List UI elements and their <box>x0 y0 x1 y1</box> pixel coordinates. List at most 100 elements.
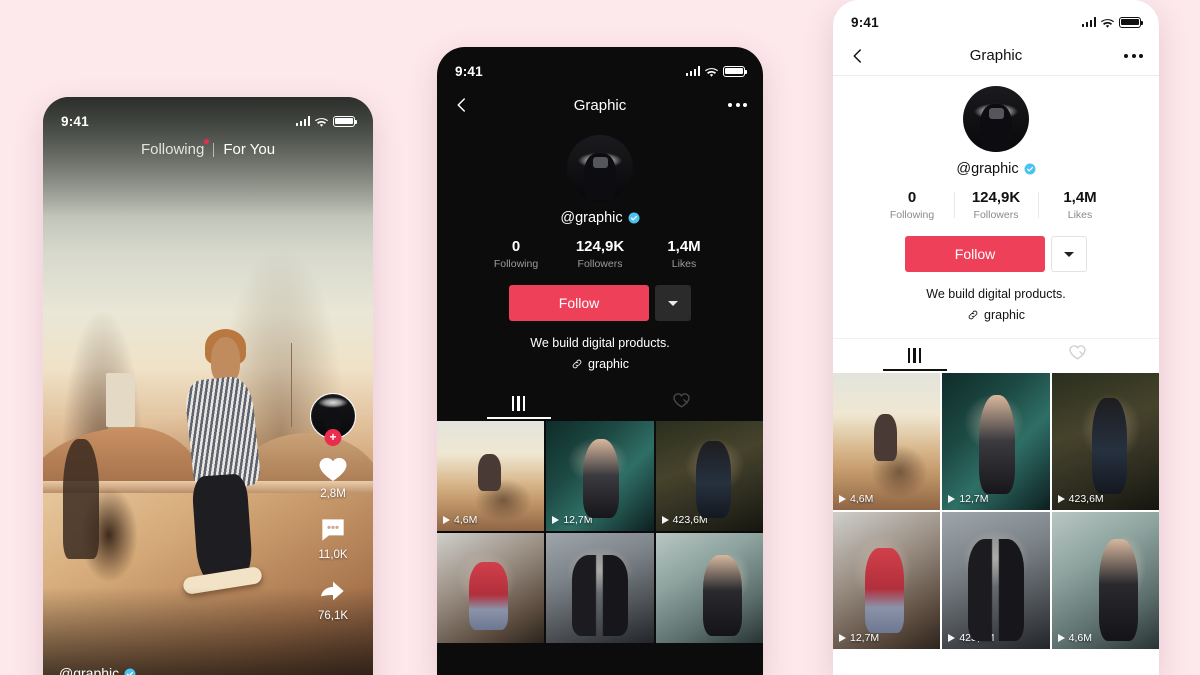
heart-slash-icon <box>672 391 691 415</box>
share-action[interactable]: 76,1K <box>317 575 349 622</box>
stat-likes[interactable]: 1,4M Likes <box>1038 189 1122 221</box>
heart-slash-icon <box>1068 343 1087 367</box>
profile-avatar[interactable] <box>963 86 1029 152</box>
profile-tab-bar <box>833 338 1159 371</box>
stat-following-value: 0 <box>511 238 521 255</box>
profile-actions: Follow <box>437 285 763 321</box>
video-view-count: 4,6M <box>1068 632 1092 644</box>
tab-liked[interactable] <box>600 387 763 419</box>
stat-following-value: 0 <box>907 189 917 206</box>
follow-dropdown-button[interactable] <box>1051 236 1087 272</box>
stat-followers[interactable]: 124,9K Followers <box>558 238 642 270</box>
status-indicators <box>685 65 748 77</box>
profile-header: Graphic <box>437 85 763 125</box>
stat-followers[interactable]: 124,9K Followers <box>954 189 1038 221</box>
creator-avatar[interactable]: + <box>310 393 356 446</box>
status-indicators <box>1081 16 1144 28</box>
video-grid-light: 4,6M 12,7M 423,6M 12,7M 423,6M 4,6M <box>833 373 1159 649</box>
video-views: 12,7M <box>839 632 879 644</box>
video-thumb[interactable]: 4,6M <box>437 421 545 531</box>
video-thumb[interactable] <box>437 533 545 643</box>
status-bar: 9:41 <box>43 107 373 135</box>
stat-followers-value: 124,9K <box>971 189 1021 206</box>
follow-button[interactable]: Follow <box>905 236 1045 272</box>
follow-plus-badge[interactable]: + <box>324 429 342 446</box>
profile-handle: @graphic <box>956 161 1019 177</box>
video-thumb[interactable] <box>546 533 654 643</box>
comment-count: 11,0K <box>318 549 348 561</box>
feed-username: @graphic <box>59 665 120 675</box>
phone-feed: 9:41 Following For You + 2,8M 11,0K 76,1… <box>43 97 373 675</box>
following-badge-dot <box>204 139 210 144</box>
page-title: Graphic <box>573 96 627 114</box>
feed-username-row[interactable]: @graphic <box>59 665 136 675</box>
grid-icon <box>907 347 922 363</box>
phone-profile-dark: 9:41 Graphic @graphic 0 Following 124,9K… <box>437 47 763 675</box>
profile-avatar[interactable] <box>567 135 633 201</box>
video-thumb[interactable]: 12,7M <box>942 373 1050 510</box>
video-view-count: 12,7M <box>959 493 989 505</box>
profile-tab-bar <box>437 387 763 419</box>
link-icon <box>967 309 979 321</box>
cellular-signal-icon <box>1081 17 1096 27</box>
profile-header: Graphic <box>833 36 1159 76</box>
profile-handle-row: @graphic <box>437 210 763 226</box>
tab-videos-grid[interactable] <box>437 387 600 419</box>
comment-action[interactable]: 11,0K <box>317 514 349 561</box>
stat-following[interactable]: 0 Following <box>474 238 558 270</box>
bystander-silhouette <box>62 439 100 559</box>
profile-link-row[interactable]: graphic <box>437 357 763 371</box>
battery-icon <box>723 65 748 77</box>
like-action[interactable]: 2,8M <box>317 453 349 500</box>
active-tab-underline <box>486 417 551 419</box>
stat-following[interactable]: 0 Following <box>870 189 954 221</box>
phone-profile-light: 9:41 Graphic @graphic 0 Following 124,9K… <box>833 0 1159 675</box>
video-thumb[interactable]: 12,7M <box>546 421 654 531</box>
more-horizontal-icon[interactable] <box>1124 53 1143 58</box>
video-thumb[interactable] <box>655 533 763 643</box>
tab-for-you[interactable]: For You <box>223 141 275 158</box>
tab-for-you-label: For You <box>223 141 276 158</box>
video-thumb[interactable]: 423,6M <box>655 421 763 531</box>
follow-button[interactable]: Follow <box>509 285 649 321</box>
video-thumb[interactable]: 423,6M <box>942 512 1050 649</box>
profile-link-row[interactable]: graphic <box>833 308 1159 322</box>
page-title: Graphic <box>969 47 1023 64</box>
stat-likes-label: Likes <box>1067 209 1093 221</box>
avatar-camera <box>989 108 1004 119</box>
video-views: 12,7M <box>948 493 989 505</box>
video-thumb[interactable]: 423,6M <box>1051 373 1159 510</box>
wifi-icon <box>315 116 328 127</box>
back-chevron-icon[interactable] <box>849 47 867 65</box>
tab-videos-grid[interactable] <box>833 339 996 371</box>
like-count: 2,8M <box>320 488 346 500</box>
profile-actions: Follow <box>833 236 1159 272</box>
video-view-count: 12,7M <box>563 514 593 526</box>
video-view-count: 4,6M <box>454 514 478 526</box>
stat-likes[interactable]: 1,4M Likes <box>642 238 726 270</box>
stat-following-label: Following <box>493 258 539 270</box>
wifi-icon <box>1101 17 1114 28</box>
video-thumb[interactable]: 4,6M <box>833 373 941 510</box>
tab-liked[interactable] <box>996 339 1159 371</box>
video-thumb[interactable]: 4,6M <box>1051 512 1159 649</box>
back-chevron-icon[interactable] <box>453 96 471 114</box>
play-icon <box>661 516 669 524</box>
video-view-count: 423,6M <box>672 514 708 526</box>
verified-badge-icon <box>628 212 640 224</box>
share-icon <box>317 575 349 607</box>
heart-icon <box>317 453 349 485</box>
tab-following[interactable]: Following <box>141 139 210 158</box>
link-icon <box>571 358 583 370</box>
video-thumb[interactable]: 12,7M <box>833 512 941 649</box>
feed-tab-bar: Following For You <box>43 139 373 158</box>
follow-dropdown-button[interactable] <box>655 285 691 321</box>
status-indicators <box>295 115 358 127</box>
wifi-icon <box>705 66 718 77</box>
grid-icon <box>511 395 526 411</box>
more-horizontal-icon[interactable] <box>728 103 747 107</box>
play-icon <box>552 516 560 524</box>
profile-link-label: graphic <box>984 308 1025 322</box>
profile-bio: We build digital products. <box>926 287 1066 301</box>
profile-stats: 0 Following 124,9K Followers 1,4M Likes <box>437 238 763 270</box>
